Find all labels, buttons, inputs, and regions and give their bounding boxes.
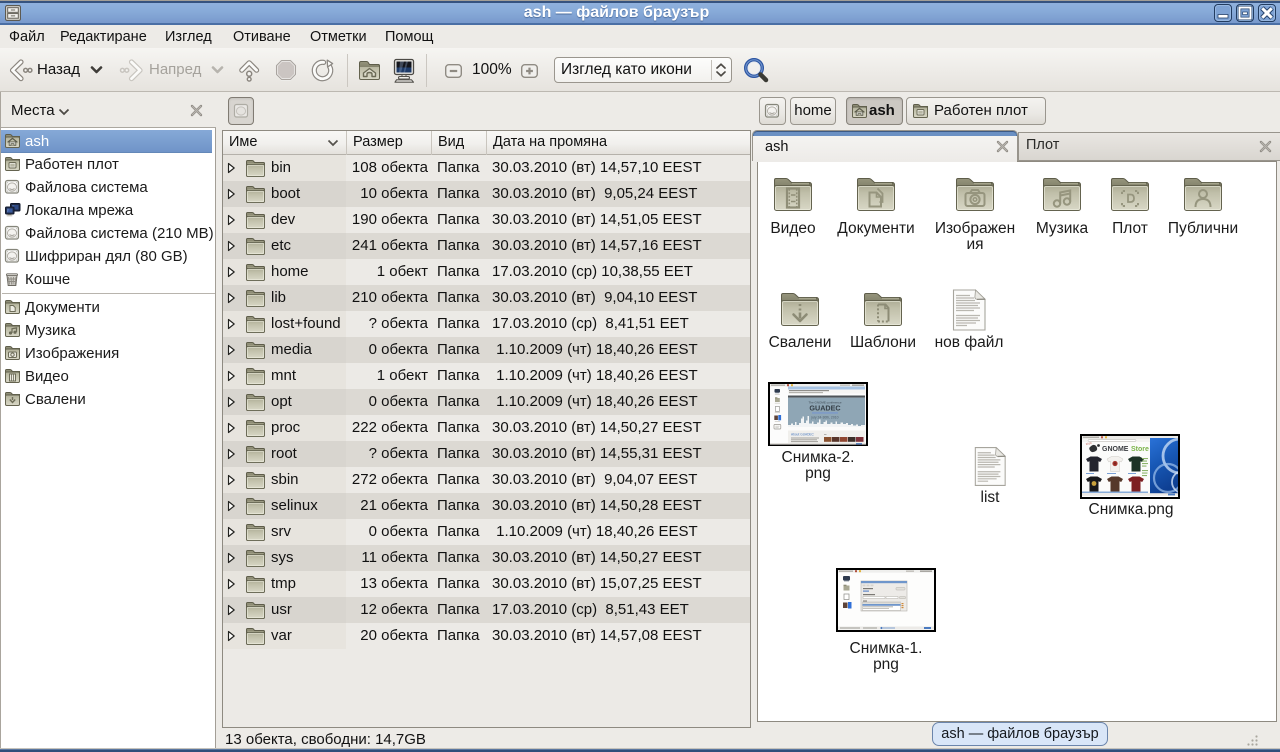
svg-text:july 24-30th, 2010: july 24-30th, 2010: [811, 416, 839, 420]
svg-text:Store: Store: [1131, 446, 1149, 453]
svg-text:GUADEC: GUADEC: [809, 404, 840, 413]
svg-text:GNOME: GNOME: [1102, 446, 1129, 453]
svg-text:About GUADEC: About GUADEC: [791, 433, 815, 437]
